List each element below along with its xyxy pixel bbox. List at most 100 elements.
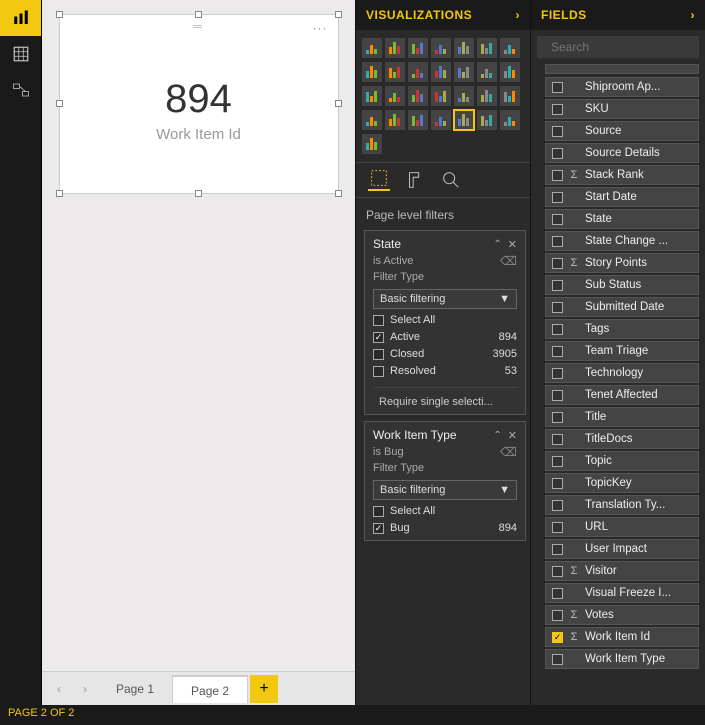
field-team-triage[interactable]: Team Triage <box>545 341 699 361</box>
filter-type-dropdown[interactable]: Basic filtering▼ <box>373 480 517 500</box>
viz-type-slicer[interactable] <box>408 110 428 130</box>
checkbox-icon[interactable] <box>552 236 563 247</box>
field-title[interactable]: Title <box>545 407 699 427</box>
field-work-item-type[interactable]: Work Item Type <box>545 649 699 669</box>
chevron-right-icon[interactable]: › <box>516 8 521 22</box>
fields-header[interactable]: FIELDS › <box>531 0 705 30</box>
viz-type-100-stacked-column[interactable] <box>477 38 497 58</box>
field-tags[interactable]: Tags <box>545 319 699 339</box>
data-view-button[interactable] <box>0 36 41 72</box>
card-visual[interactable]: ═ ··· 894 Work Item Id <box>59 14 339 194</box>
checkbox-icon[interactable] <box>552 632 563 643</box>
viz-type-pie[interactable] <box>362 86 382 106</box>
page-tab-2[interactable]: Page 2 <box>172 675 248 703</box>
checkbox-icon[interactable] <box>552 368 563 379</box>
viz-type-donut[interactable] <box>385 86 405 106</box>
prev-page-icon[interactable]: ‹ <box>46 676 72 702</box>
checkbox-icon[interactable] <box>552 280 563 291</box>
fields-search-input[interactable] <box>551 40 705 54</box>
remove-filter-icon[interactable]: ✕ <box>508 429 517 442</box>
checkbox-icon[interactable] <box>552 412 563 423</box>
visual-options-icon[interactable]: ··· <box>313 21 328 35</box>
viz-type-scatter[interactable] <box>500 62 520 82</box>
fields-well-tab[interactable] <box>368 169 390 191</box>
field-visitor[interactable]: ΣVisitor <box>545 561 699 581</box>
filter-option[interactable]: Active894 <box>373 331 517 343</box>
viz-type-ribbon[interactable] <box>454 62 474 82</box>
field-work-item-id[interactable]: ΣWork Item Id <box>545 627 699 647</box>
field-translation-ty-[interactable]: Translation Ty... <box>545 495 699 515</box>
viz-type-area[interactable] <box>362 62 382 82</box>
viz-type-waterfall[interactable] <box>477 62 497 82</box>
filter-option[interactable]: Select All <box>373 505 517 517</box>
viz-type-stacked-area[interactable] <box>385 62 405 82</box>
viz-type-line-stacked-column[interactable] <box>408 62 428 82</box>
field-url[interactable]: URL <box>545 517 699 537</box>
checkbox-icon[interactable] <box>552 566 563 577</box>
field-state[interactable]: State <box>545 209 699 229</box>
checkbox-icon[interactable] <box>552 170 563 181</box>
viz-type-matrix[interactable] <box>454 110 474 130</box>
filter-type-dropdown[interactable]: Basic filtering▼ <box>373 289 517 309</box>
visualizations-header[interactable]: VISUALIZATIONS › <box>356 0 530 30</box>
checkbox-icon[interactable] <box>552 302 563 313</box>
filter-option[interactable]: Resolved53 <box>373 365 517 377</box>
field-titledocs[interactable]: TitleDocs <box>545 429 699 449</box>
analytics-tab[interactable] <box>440 169 462 191</box>
clear-filter-icon[interactable]: ⌫ <box>500 445 517 459</box>
viz-type-more[interactable] <box>362 134 382 154</box>
checkbox-icon[interactable] <box>552 456 563 467</box>
clear-filter-icon[interactable]: ⌫ <box>500 254 517 268</box>
field-source-details[interactable]: Source Details <box>545 143 699 163</box>
checkbox-icon[interactable] <box>552 148 563 159</box>
viz-type-filled-map[interactable] <box>454 86 474 106</box>
checkbox-icon[interactable] <box>552 192 563 203</box>
format-tab[interactable] <box>404 169 426 191</box>
checkbox-icon[interactable] <box>552 126 563 137</box>
field-votes[interactable]: ΣVotes <box>545 605 699 625</box>
filter-option[interactable]: Closed3905 <box>373 348 517 360</box>
chevron-right-icon[interactable]: › <box>691 8 696 22</box>
viz-type-gauge[interactable] <box>500 86 520 106</box>
checkbox-icon[interactable] <box>552 610 563 621</box>
field-topickey[interactable]: TopicKey <box>545 473 699 493</box>
checkbox-icon[interactable] <box>373 366 384 377</box>
field-sku[interactable]: SKU <box>545 99 699 119</box>
checkbox-icon[interactable] <box>552 478 563 489</box>
viz-type-funnel[interactable] <box>477 86 497 106</box>
checkbox-icon[interactable] <box>552 500 563 511</box>
checkbox-icon[interactable] <box>552 104 563 115</box>
field-topic[interactable]: Topic <box>545 451 699 471</box>
viz-type-clustered-bar[interactable] <box>408 38 428 58</box>
checkbox-icon[interactable] <box>552 522 563 533</box>
field-start-date[interactable]: Start Date <box>545 187 699 207</box>
checkbox-icon[interactable] <box>552 654 563 665</box>
viz-type-100-stacked-bar[interactable] <box>454 38 474 58</box>
fields-search[interactable] <box>537 36 699 58</box>
checkbox-icon[interactable] <box>552 390 563 401</box>
checkbox-icon[interactable] <box>552 258 563 269</box>
add-page-button[interactable]: + <box>250 675 278 703</box>
viz-type-stacked-column[interactable] <box>385 38 405 58</box>
viz-type-kpi[interactable] <box>385 110 405 130</box>
filter-option[interactable]: Select All <box>373 314 517 326</box>
checkbox-icon[interactable] <box>552 588 563 599</box>
checkbox-icon[interactable] <box>552 82 563 93</box>
checkbox-icon[interactable] <box>552 434 563 445</box>
checkbox-icon[interactable] <box>373 349 384 360</box>
collapse-icon[interactable]: ⌃ <box>493 239 501 250</box>
checkbox-icon[interactable] <box>552 214 563 225</box>
checkbox-icon[interactable] <box>552 324 563 335</box>
checkbox-icon[interactable] <box>552 544 563 555</box>
page-tab-1[interactable]: Page 1 <box>98 675 172 703</box>
viz-type-clustered-column[interactable] <box>431 38 451 58</box>
field-shiproom-ap-[interactable]: Shiproom Ap... <box>545 77 699 97</box>
field-story-points[interactable]: ΣStory Points <box>545 253 699 273</box>
checkbox-icon[interactable] <box>373 315 384 326</box>
field-tenet-affected[interactable]: Tenet Affected <box>545 385 699 405</box>
viz-type-card-multi[interactable] <box>362 110 382 130</box>
viz-type-stacked-bar[interactable] <box>362 38 382 58</box>
viz-type-arcgis[interactable] <box>500 110 520 130</box>
checkbox-icon[interactable] <box>373 523 384 534</box>
viz-type-r-visual[interactable] <box>477 110 497 130</box>
